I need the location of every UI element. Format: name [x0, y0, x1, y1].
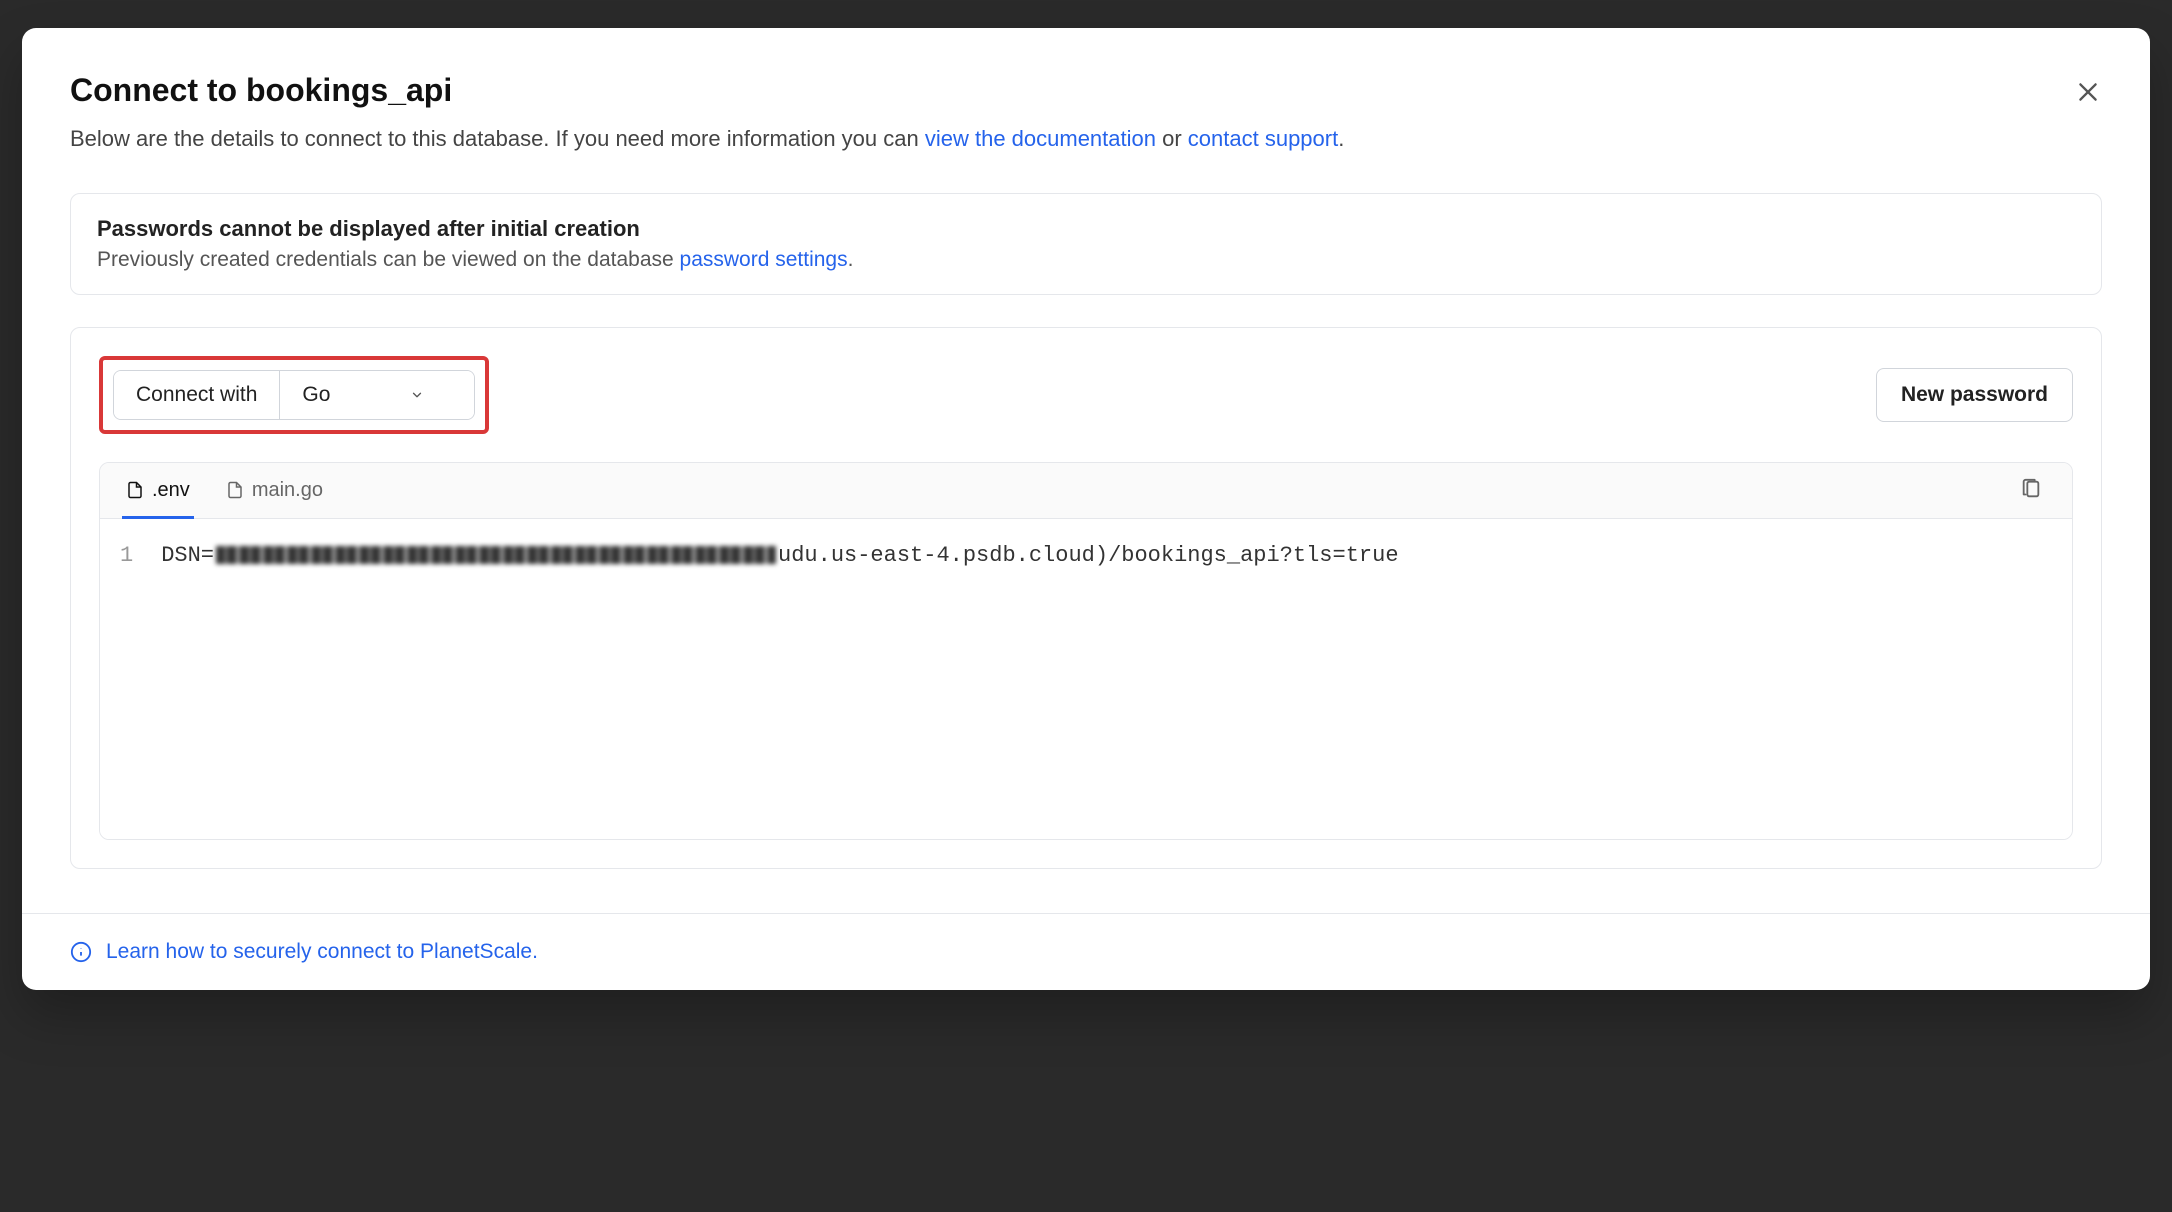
secure-connect-link[interactable]: Learn how to securely connect to PlanetS…	[106, 940, 538, 964]
subtitle-text-end: .	[1338, 126, 1344, 151]
line-number: 1	[120, 543, 133, 568]
copy-button[interactable]	[2012, 470, 2050, 511]
code-tabs: .env main.go	[122, 463, 327, 518]
tab-env-label: .env	[152, 479, 190, 502]
contact-support-link[interactable]: contact support	[1188, 126, 1338, 151]
tab-main-go-label: main.go	[252, 479, 323, 502]
file-icon	[226, 481, 244, 499]
code-line: DSN= udu.us-east-4.psdb.cloud)/bookings_a…	[161, 543, 1398, 568]
tab-env[interactable]: .env	[122, 463, 194, 519]
language-select[interactable]: Go	[280, 371, 474, 419]
password-notice-banner: Passwords cannot be displayed after init…	[70, 193, 2102, 295]
dsn-suffix: udu.us-east-4.psdb.cloud)/bookings_api?t…	[778, 543, 1399, 568]
connect-modal: Connect to bookings_api Below are the de…	[22, 28, 2150, 990]
password-settings-link[interactable]: password settings	[680, 248, 848, 271]
code-tabs-bar: .env main.go	[100, 463, 2072, 519]
chevron-down-icon	[410, 388, 424, 402]
modal-header: Connect to bookings_api Below are the de…	[22, 28, 2150, 167]
clipboard-icon	[2020, 478, 2042, 500]
panel-top-row: Connect with Go New password	[99, 356, 2073, 434]
modal-subtitle: Below are the details to connect to this…	[70, 123, 2102, 155]
code-area: .env main.go	[99, 462, 2073, 840]
dsn-prefix: DSN=	[161, 543, 214, 568]
connect-with-group: Connect with Go	[113, 370, 475, 420]
tutorial-highlight: Connect with Go	[99, 356, 489, 434]
language-selected-value: Go	[302, 383, 330, 407]
connect-with-label: Connect with	[114, 371, 280, 419]
notice-title: Passwords cannot be displayed after init…	[97, 216, 2075, 242]
close-button[interactable]	[2072, 76, 2104, 108]
subtitle-text-pre: Below are the details to connect to this…	[70, 126, 925, 151]
subtitle-text-mid: or	[1162, 126, 1188, 151]
connect-panel: Connect with Go New password	[70, 327, 2102, 869]
view-documentation-link[interactable]: view the documentation	[925, 126, 1156, 151]
new-password-button[interactable]: New password	[1876, 368, 2073, 422]
code-content: 1 DSN= udu.us-east-4.psdb.cloud)/bookings…	[100, 519, 2072, 839]
tab-main-go[interactable]: main.go	[222, 463, 327, 519]
info-icon	[70, 941, 92, 963]
notice-body-end: .	[848, 248, 854, 271]
notice-body-pre: Previously created credentials can be vi…	[97, 248, 680, 271]
redacted-credentials	[216, 546, 776, 564]
modal-title: Connect to bookings_api	[70, 72, 2102, 109]
notice-body: Previously created credentials can be vi…	[97, 248, 2075, 272]
modal-footer: Learn how to securely connect to PlanetS…	[22, 913, 2150, 990]
file-icon	[126, 481, 144, 499]
close-icon	[2075, 79, 2101, 105]
